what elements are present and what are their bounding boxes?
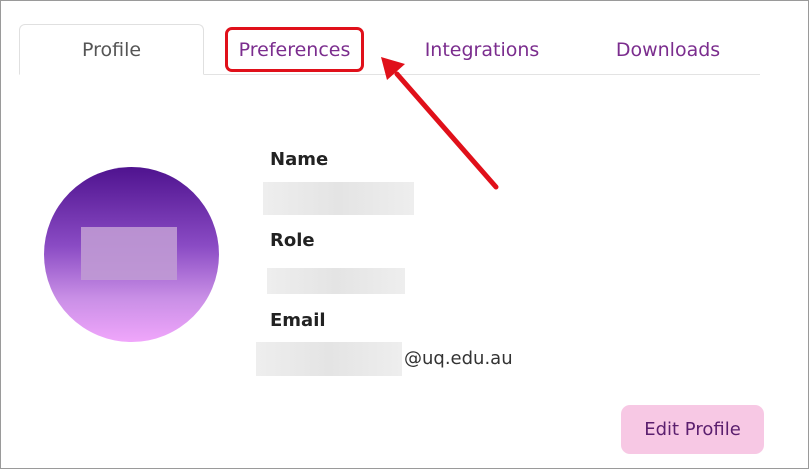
email-domain: @uq.edu.au (404, 348, 513, 369)
profile-panel: Profile Preferences Integrations Downloa… (0, 0, 809, 469)
tab-profile[interactable]: Profile (19, 24, 204, 75)
tab-profile-label: Profile (81, 38, 142, 61)
tab-preferences[interactable]: Preferences (224, 26, 365, 73)
tab-preferences-label: Preferences (238, 38, 351, 61)
name-value-redacted (263, 182, 414, 215)
tab-integrations[interactable]: Integrations (401, 24, 563, 75)
tab-downloads-label: Downloads (615, 38, 721, 61)
edit-profile-button[interactable]: Edit Profile (621, 405, 764, 454)
name-label: Name (270, 149, 329, 170)
email-label: Email (270, 310, 326, 331)
role-value-redacted (267, 268, 405, 294)
avatar-redacted-image (81, 227, 177, 280)
role-label: Role (270, 230, 315, 251)
tab-integrations-label: Integrations (424, 38, 540, 61)
avatar (44, 167, 219, 342)
email-user-redacted (256, 342, 402, 376)
tab-downloads[interactable]: Downloads (597, 24, 739, 75)
